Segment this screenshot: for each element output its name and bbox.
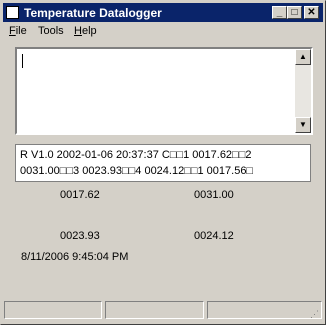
status-panel-1 (4, 301, 102, 319)
input-textarea[interactable]: ▲ ▼ (15, 47, 313, 135)
vertical-scrollbar[interactable]: ▲ ▼ (295, 49, 311, 133)
menu-bar: File Tools Help (3, 23, 323, 41)
close-button[interactable]: ✕ (304, 6, 319, 19)
datalogger-window: Temperature Datalogger _ □ ✕ File Tools … (0, 0, 326, 325)
raw-data-readout: R V1.0 2002-01-06 20:37:37 C□□1 0017.62□… (15, 144, 311, 182)
status-bar: ⋰ (3, 301, 323, 321)
timestamp: 8/11/2006 9:45:04 PM (21, 251, 129, 263)
channel-3-value: 0023.93 (60, 230, 100, 242)
readout-line-1: R V1.0 2002-01-06 20:37:37 C□□1 0017.62□… (20, 149, 252, 161)
channel-2-value: 0031.00 (194, 189, 234, 201)
title-bar[interactable]: Temperature Datalogger _ □ ✕ (3, 3, 323, 22)
status-panel-3 (207, 301, 322, 319)
menu-help-accel: H (74, 25, 82, 37)
menu-file[interactable]: File (9, 25, 27, 37)
app-icon (6, 6, 19, 19)
menu-help-rest: elp (81, 25, 97, 37)
text-caret (22, 54, 23, 68)
window-title: Temperature Datalogger (24, 6, 162, 20)
menu-file-accel: F (9, 25, 16, 37)
channel-4-value: 0024.12 (194, 230, 234, 242)
status-panel-2 (105, 301, 204, 319)
channel-1-value: 0017.62 (60, 189, 100, 201)
menu-tools[interactable]: Tools (38, 25, 64, 37)
minimize-button[interactable]: _ (272, 6, 287, 19)
scroll-down-arrow-icon[interactable]: ▼ (295, 117, 311, 133)
menu-file-rest: ile (15, 25, 27, 37)
resize-grip-icon[interactable]: ⋰ (310, 308, 322, 320)
readout-line-2: 0031.00□□3 0023.93□□4 0024.12□□1 0017.56… (20, 165, 254, 177)
menu-help[interactable]: Help (74, 25, 97, 37)
scroll-up-arrow-icon[interactable]: ▲ (295, 49, 311, 65)
maximize-button[interactable]: □ (287, 6, 302, 19)
